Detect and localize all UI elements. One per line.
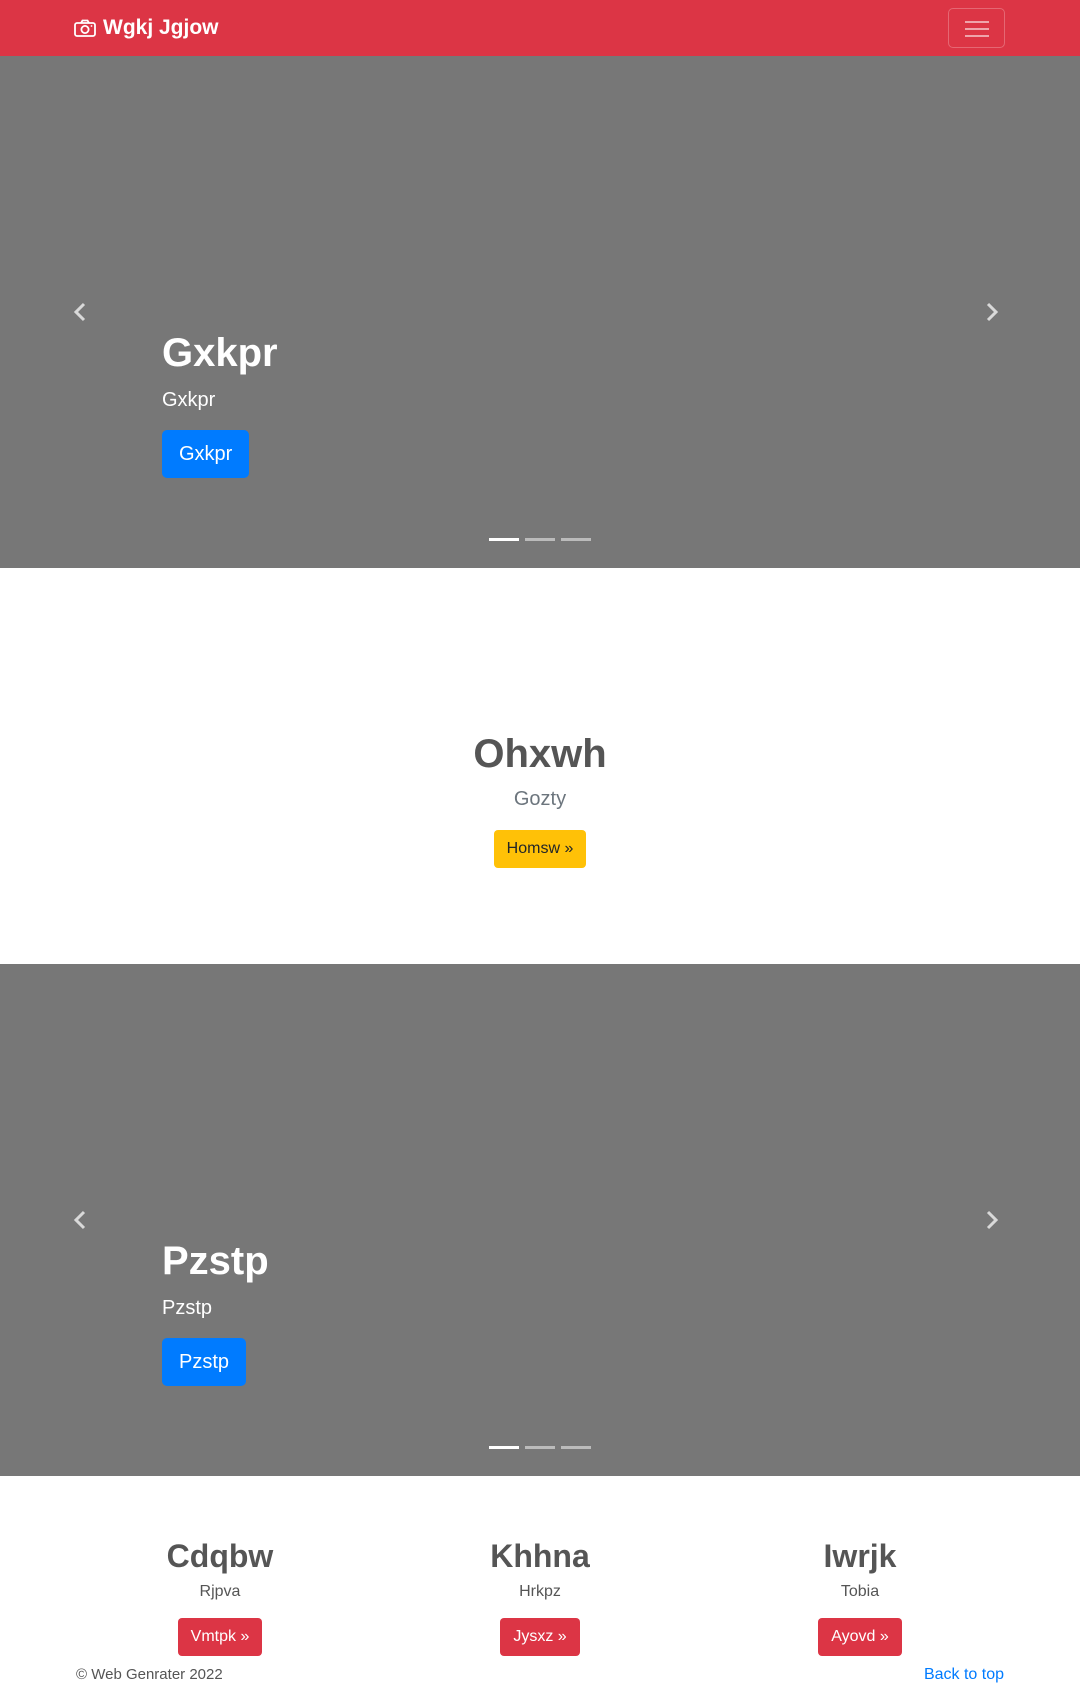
navbar: Wgkj Jgjow <box>0 0 1080 56</box>
footer-copyright: © Web Genrater 2022 <box>76 1666 223 1683</box>
column-2: Khhna Hrkpz Jysxz » <box>380 1536 700 1656</box>
carousel-next-control[interactable] <box>920 56 1080 568</box>
column-text: Rjpva <box>199 1583 241 1600</box>
hamburger-icon <box>965 21 989 37</box>
carousel-indicator-1[interactable] <box>489 1446 519 1449</box>
hero-carousel-2: Pzstp Pzstp Pzstp <box>0 964 1080 1476</box>
chevron-right-icon <box>986 1210 999 1230</box>
carousel-prev-control[interactable] <box>0 964 160 1476</box>
carousel-next-control[interactable] <box>920 964 1080 1476</box>
carousel-indicators <box>489 534 591 544</box>
carousel-indicator-1[interactable] <box>489 538 519 541</box>
carousel-prev-control[interactable] <box>0 56 160 568</box>
carousel-indicator-3[interactable] <box>561 1446 591 1449</box>
hero-carousel-1: Gxkpr Gxkpr Gxkpr <box>0 56 1080 568</box>
column-text: Hrkpz <box>519 1583 561 1600</box>
feature-section: Ohxwh Gozty Homsw » <box>0 568 1080 964</box>
back-to-top-link[interactable]: Back to top <box>924 1666 1004 1684</box>
column-3: Iwrjk Tobia Ayovd » <box>700 1536 1020 1656</box>
camera-icon <box>74 19 96 37</box>
chevron-right-icon <box>986 302 999 322</box>
column-button[interactable]: Vmtpk » <box>177 1618 263 1656</box>
column-heading: Khhna <box>490 1538 590 1574</box>
feature-heading: Ohxwh <box>473 732 607 776</box>
chevron-left-icon <box>73 302 86 322</box>
carousel-caption: Pzstp Pzstp Pzstp <box>162 1237 269 1386</box>
carousel-title: Gxkpr <box>162 331 278 375</box>
brand-link[interactable]: Wgkj Jgjow <box>74 14 219 42</box>
brand-text: Wgkj Jgjow <box>103 16 219 39</box>
column-text: Tobia <box>840 1583 880 1600</box>
carousel-indicators <box>489 1442 591 1452</box>
carousel-title: Pzstp <box>162 1239 269 1283</box>
carousel-indicator-2[interactable] <box>525 1446 555 1449</box>
chevron-left-icon <box>73 1210 86 1230</box>
carousel-subtitle: Pzstp <box>162 1297 213 1319</box>
column-1: Cdqbw Rjpva Vmtpk » <box>60 1536 380 1656</box>
column-heading: Cdqbw <box>166 1538 274 1574</box>
navbar-toggler-button[interactable] <box>948 8 1005 48</box>
column-button[interactable]: Jysxz » <box>500 1618 580 1656</box>
carousel-caption: Gxkpr Gxkpr Gxkpr <box>162 329 278 478</box>
column-heading: Iwrjk <box>823 1538 897 1574</box>
feature-button[interactable]: Homsw » <box>494 830 586 868</box>
carousel-cta-button[interactable]: Pzstp <box>162 1338 247 1386</box>
carousel-subtitle: Gxkpr <box>162 389 216 411</box>
carousel-cta-button[interactable]: Gxkpr <box>162 430 250 478</box>
column-button[interactable]: Ayovd » <box>818 1618 902 1656</box>
feature-lead: Gozty <box>513 788 567 810</box>
carousel-indicator-3[interactable] <box>561 538 591 541</box>
carousel-indicator-2[interactable] <box>525 538 555 541</box>
